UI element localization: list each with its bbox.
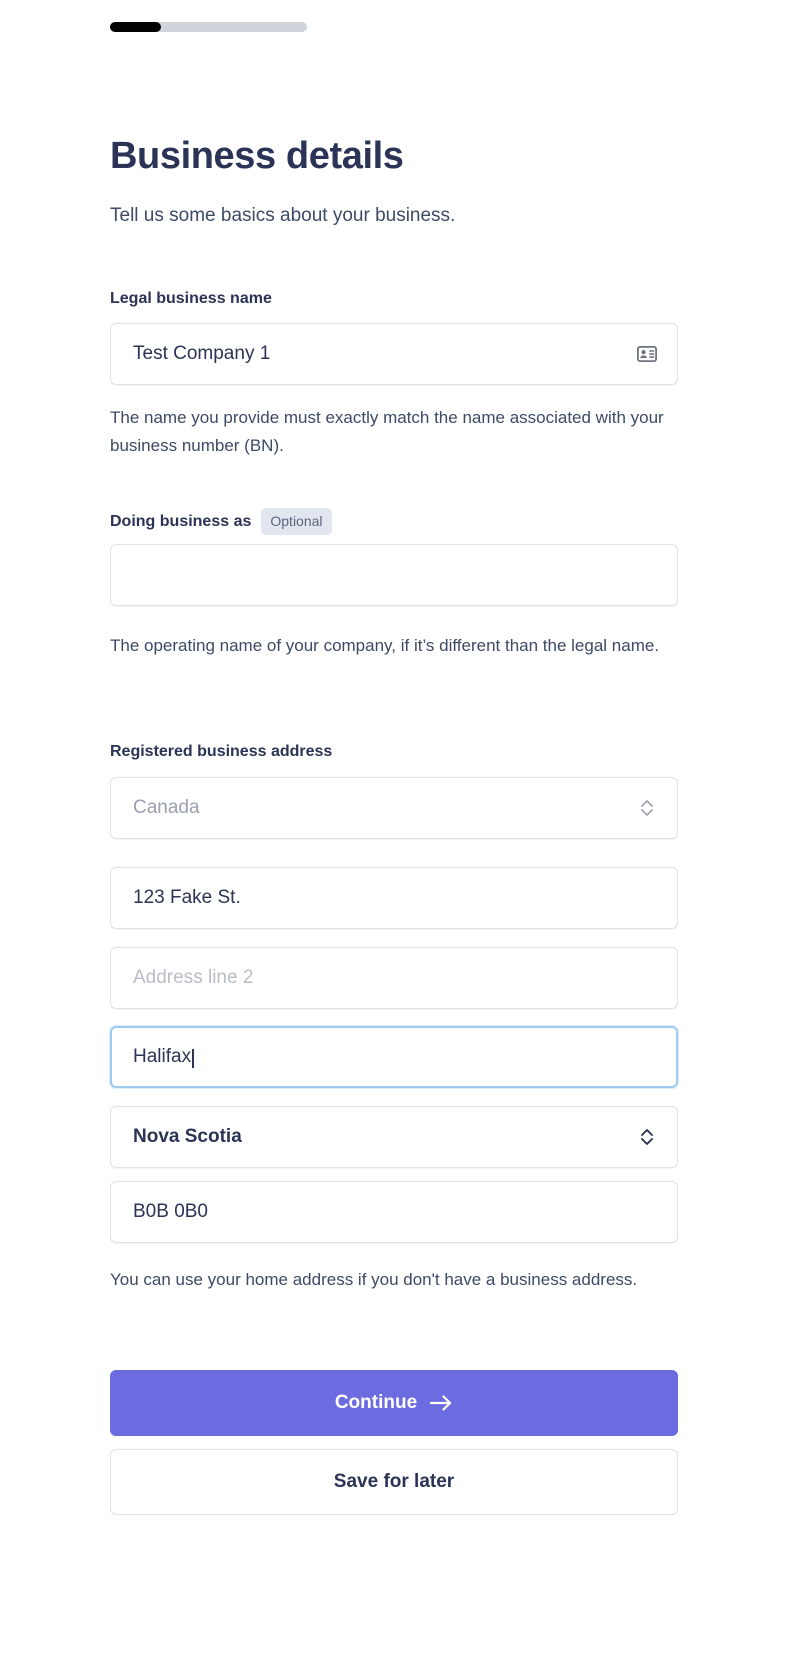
legal-business-name-input[interactable]: Test Company 1 [110, 323, 678, 385]
country-value: Canada [133, 797, 200, 818]
optional-badge: Optional [261, 508, 332, 535]
city-value-text: Halifax [133, 1046, 192, 1067]
business-details-page: Business details Tell us some basics abo… [0, 0, 812, 1659]
continue-button-label: Continue [334, 1392, 418, 1413]
address-line-2-placeholder: Address line 2 [133, 967, 254, 988]
province-value: Nova Scotia [133, 1126, 242, 1147]
page-subtitle: Tell us some basics about your business. [110, 205, 456, 226]
address-line-1-value: 123 Fake St. [133, 887, 241, 908]
legal-business-name-label: Legal business name [110, 290, 272, 307]
page-title: Business details [110, 135, 404, 177]
chevron-up-down-icon[interactable] [633, 1123, 661, 1151]
postal-code-value: B0B 0B0 [133, 1201, 208, 1222]
legal-business-name-label-row: Legal business name [110, 288, 272, 310]
continue-button[interactable]: Continue [110, 1370, 678, 1436]
city-input[interactable]: Halifax [110, 1026, 678, 1088]
save-for-later-label: Save for later [333, 1471, 455, 1492]
postal-code-input[interactable]: B0B 0B0 [110, 1181, 678, 1243]
address-line-2-input[interactable]: Address line 2 [110, 947, 678, 1009]
doing-business-as-label: Doing business as Optional [110, 508, 332, 535]
city-value: Halifax [133, 1046, 662, 1068]
registered-business-address-label: Registered business address [110, 743, 333, 760]
legal-business-name-help: The name you provide must exactly match … [110, 408, 664, 455]
onboarding-progress-bar [110, 22, 307, 32]
legal-business-name-value: Test Company 1 [133, 343, 271, 364]
chevron-up-down-icon[interactable] [633, 794, 661, 822]
arrow-right-icon [429, 1394, 453, 1412]
doing-business-as-input[interactable] [110, 544, 678, 606]
registered-business-address-help: You can use your home address if you don… [110, 1270, 638, 1289]
address-line-1-input[interactable]: 123 Fake St. [110, 867, 678, 929]
doing-business-as-help: The operating name of your company, if i… [110, 636, 660, 655]
progress-fill [110, 22, 162, 32]
registered-business-address-label-row: Registered business address [110, 741, 332, 763]
doing-business-as-label-text: Doing business as [110, 512, 252, 530]
province-select[interactable]: Nova Scotia [110, 1106, 678, 1168]
doing-business-as-label-row: Doing business as Optional [110, 508, 332, 535]
text-cursor [192, 1048, 194, 1068]
contact-card-icon[interactable] [633, 340, 661, 368]
country-select[interactable]: Canada [110, 777, 678, 839]
save-for-later-button[interactable]: Save for later [110, 1449, 678, 1515]
